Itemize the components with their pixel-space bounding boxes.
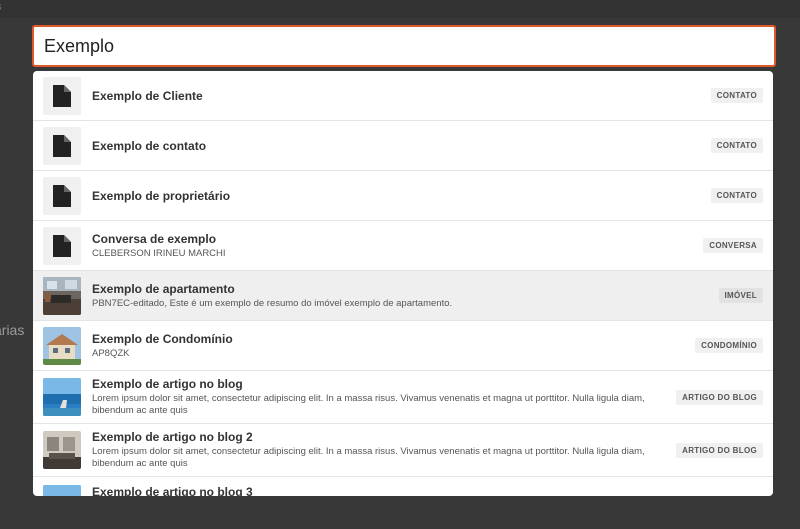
document-icon [43,76,81,115]
result-subtitle: Lorem ipsum dolor sit amet, consectetur … [92,393,645,416]
building-photo [43,326,81,365]
search-result-item[interactable]: Conversa de exemplo CLEBERSON IRINEU MAR… [33,221,773,271]
beach-photo [43,485,81,496]
result-title: Exemplo de artigo no blog [92,377,243,391]
background-topbar-text: s [0,1,2,13]
search-result-item[interactable]: Exemplo de Cliente CONTATO [33,71,773,121]
result-subtitle: CLEBERSON IRINEU MARCHI [92,247,226,259]
result-type-badge: ARTIGO DO BLOG [676,442,763,458]
search-result-item[interactable]: Exemplo de artigo no blog Lorem ipsum do… [33,371,773,424]
beach-photo [43,378,81,416]
result-title: Exemplo de Condomínio [92,331,233,346]
background-left-text: árias [0,322,25,338]
document-icon [43,226,81,265]
result-title: Exemplo de contato [92,138,207,153]
search-results-list[interactable]: Exemplo de Cliente CONTATO Exemplo de co… [33,71,773,496]
result-type-badge: ARTIGO DO BLOG [676,389,763,405]
result-type-badge: CONTATO [710,188,763,203]
result-type-badge: CONTATO [710,88,763,103]
apartment-photo [43,276,81,315]
result-subtitle: AP8QZK [92,347,130,359]
result-type-badge: IMÓVEL [718,288,763,303]
result-subtitle: Lorem ipsum dolor sit amet, consectetur … [92,446,645,469]
document-icon [43,176,81,215]
room-photo [43,431,81,469]
search-result-item[interactable]: Exemplo de artigo no blog 2 Lorem ipsum … [33,424,773,477]
search-result-item[interactable]: Exemplo de proprietário CONTATO [33,171,773,221]
result-title: Exemplo de artigo no blog 2 [92,430,253,444]
search-result-item-selected[interactable]: Exemplo de apartamento PBN7EC-editado, E… [33,271,773,321]
result-subtitle: PBN7EC-editado, Este é um exemplo de res… [92,297,453,309]
result-title: Exemplo de artigo no blog 3 [92,485,253,496]
result-type-badge: CONDOMÍNIO [695,338,763,353]
result-title: Exemplo de Cliente [92,88,203,103]
document-icon [43,126,81,165]
search-input[interactable] [44,35,774,57]
background-topbar: s [0,0,800,18]
search-result-item[interactable]: Exemplo de Condomínio AP8QZK CONDOMÍNIO [33,321,773,371]
result-title: Exemplo de proprietário [92,188,231,203]
search-result-item[interactable]: Exemplo de contato CONTATO [33,121,773,171]
result-title: Exemplo de apartamento [92,281,235,296]
result-title: Conversa de exemplo [92,231,217,246]
result-type-badge: CONVERSA [703,238,763,253]
search-box[interactable] [32,25,776,67]
search-result-item[interactable]: Exemplo de artigo no blog 3 [33,477,773,496]
result-type-badge: CONTATO [710,138,763,153]
